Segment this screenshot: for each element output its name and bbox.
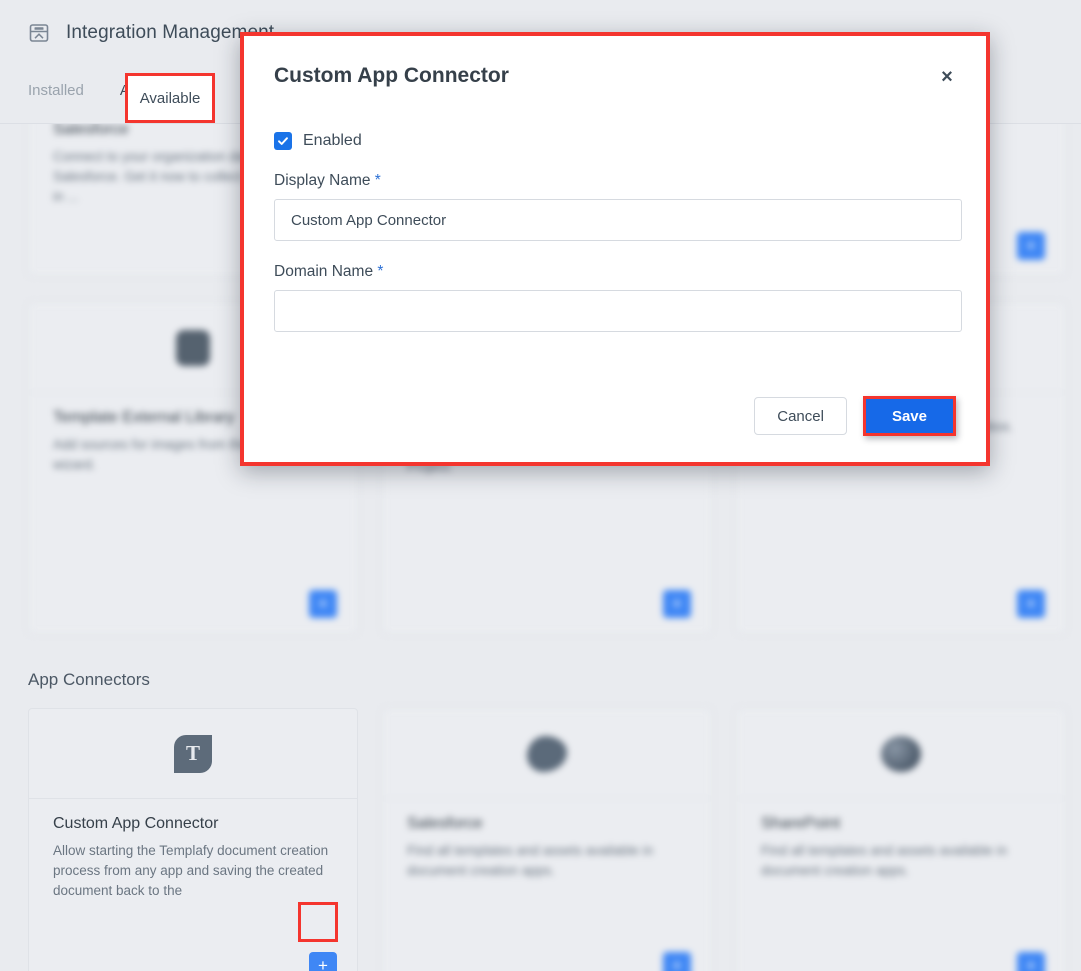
archive-box-icon <box>28 22 50 44</box>
domain-name-label-text: Domain Name <box>274 263 374 280</box>
integration-logo-icon <box>176 329 210 366</box>
modal-shadow: Custom App Connector × Enabled Display N… <box>240 32 990 466</box>
card-description: Find all templates and assets available … <box>761 843 1008 878</box>
integration-logo-icon <box>881 735 921 772</box>
add-integration-button[interactable]: + <box>1017 590 1045 618</box>
highlight-available-tab-label: Available <box>139 89 201 107</box>
card-title: SharePoint <box>761 815 841 832</box>
highlight-save-button: Save <box>862 396 956 436</box>
cancel-button[interactable]: Cancel <box>754 397 847 435</box>
highlight-available-tab[interactable]: Available <box>125 73 215 123</box>
card-description: Allow starting the Templafy document cre… <box>53 843 329 898</box>
card-description: Find all templates and assets available … <box>407 843 654 878</box>
card-grid-3: T Custom App Connector Allow starting th… <box>0 708 1081 971</box>
integration-logo-icon <box>527 735 567 772</box>
templafy-t-logo-icon: T <box>174 734 212 773</box>
dialog-actions: Cancel Save <box>754 396 956 436</box>
enabled-label: Enabled <box>303 132 362 149</box>
add-integration-button[interactable]: + <box>1017 952 1045 971</box>
dialog-title: Custom App Connector <box>274 64 509 87</box>
required-marker: * <box>377 263 384 280</box>
list-item[interactable]: Salesforce Find all templates and assets… <box>382 708 712 971</box>
highlight-add-custom-app-connector[interactable] <box>298 902 338 942</box>
add-custom-app-connector-button[interactable]: + <box>309 952 337 971</box>
domain-name-label: Domain Name * <box>274 263 956 281</box>
required-marker: * <box>374 172 381 189</box>
card-logo: T <box>29 709 357 799</box>
enabled-checkbox[interactable] <box>274 132 292 150</box>
domain-name-input[interactable] <box>274 290 962 332</box>
section-app-connectors: App Connectors T Custom App Connector Al… <box>0 670 1081 971</box>
display-name-label-text: Display Name <box>274 172 371 189</box>
custom-app-connector-dialog: Custom App Connector × Enabled Display N… <box>240 32 990 466</box>
display-name-input[interactable] <box>274 199 962 241</box>
card-title: Custom App Connector <box>53 815 219 832</box>
add-integration-button[interactable]: + <box>1017 232 1045 260</box>
card-logo <box>737 709 1065 799</box>
list-item[interactable]: SharePoint Find all templates and assets… <box>736 708 1066 971</box>
tab-installed[interactable]: Installed <box>28 80 84 113</box>
close-icon[interactable]: × <box>934 64 960 90</box>
save-button[interactable]: Save <box>865 399 953 433</box>
card-title: Salesforce <box>407 815 483 832</box>
add-integration-button[interactable]: + <box>309 590 337 618</box>
section-title: App Connectors <box>28 670 150 689</box>
add-integration-button[interactable]: + <box>663 952 691 971</box>
add-integration-button[interactable]: + <box>663 590 691 618</box>
card-logo <box>383 709 711 799</box>
enabled-checkbox-row[interactable]: Enabled <box>274 132 956 150</box>
display-name-label: Display Name * <box>274 172 956 190</box>
